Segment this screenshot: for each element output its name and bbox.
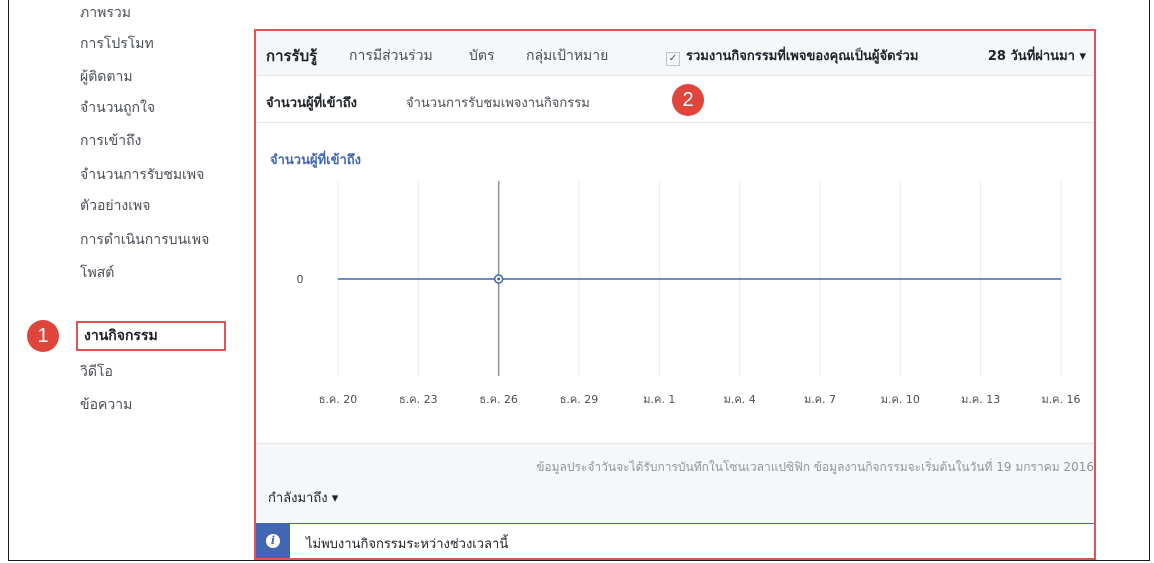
no-events-banner: i ไม่พบงานกิจกรรมระหว่างช่วงเวลานี้ [256,523,1094,558]
sidebar-item-likes[interactable]: จำนวนถูกใจ [80,97,155,119]
sidebar-item-page-views[interactable]: จำนวนการรับชมเพจ [80,164,204,186]
step-badge-1: 1 [27,320,59,352]
tab-tickets[interactable]: บัตร [469,45,495,67]
x-tick-label-9: ม.ค. 16 [1041,393,1080,406]
chart-series [337,274,1062,284]
sidebar-item-posts[interactable]: โพสต์ [80,262,114,284]
date-range-dropdown[interactable]: 28 วันที่ผ่านมา ▾ [988,45,1086,66]
y-tick-label-0: 0 [297,273,304,286]
tab-awareness[interactable]: การรับรู้ [266,44,317,68]
no-events-message: ไม่พบงานกิจกรรมระหว่างช่วงเวลานี้ [306,537,509,552]
data-point-center [497,277,501,281]
chart-y-ticks: 0 [297,273,304,286]
x-tick-label-3: ธ.ค. 29 [560,393,599,406]
step-badge-2: 2 [672,84,704,116]
sidebar-item-videos[interactable]: วิดีโอ [80,361,113,383]
x-tick-label-5: ม.ค. 4 [724,393,756,406]
x-tick-label-1: ธ.ค. 23 [399,393,438,406]
sidebar-item-page-previews[interactable]: ตัวอย่างเพจ [80,195,150,217]
sidebar-item-messages[interactable]: ข้อความ [80,394,132,416]
checkbox-check-icon: ✓ [666,52,680,66]
info-icon-container: i [256,524,290,558]
x-tick-label-8: ม.ค. 13 [961,393,1000,406]
x-tick-label-4: ม.ค. 1 [643,393,675,406]
x-tick-label-0: ธ.ค. 20 [319,393,358,406]
co-host-events-label: รวมงานกิจกรรมที่เพจของคุณเป็นผู้จัดร่วม [686,49,919,64]
tab-event-page-views[interactable]: จำนวนการรับชมเพจงานกิจกรรม [406,92,590,113]
sidebar-item-events[interactable]: งานกิจกรรม [76,321,226,351]
x-tick-label-6: ม.ค. 7 [804,393,836,406]
panel-footer: ข้อมูลประจำวันจะได้รับการบันทึกในโซนเวลา… [256,443,1094,524]
tab-audience[interactable]: กลุ่มเป้าหมาย [526,45,608,67]
sidebar-item-actions-on-page[interactable]: การดำเนินการบนเพจ [80,229,209,251]
chart-x-ticks: ธ.ค. 20 ธ.ค. 23 ธ.ค. 26 ธ.ค. 29 ม.ค. 1 ม.ค. 4… [319,393,1081,406]
x-tick-label-7: ม.ค. 10 [881,393,920,406]
sidebar-item-reach[interactable]: การเข้าถึง [80,130,141,152]
sidebar-item-followers[interactable]: ผู้ติดตาม [80,66,133,88]
timezone-note: ข้อมูลประจำวันจะได้รับการบันทึกในโซนเวลา… [536,460,1094,474]
co-host-events-checkbox[interactable]: ✓ รวมงานกิจกรรมที่เพจของคุณเป็นผู้จัดร่วม [666,45,918,66]
chart-title: จำนวนผู้ที่เข้าถึง [270,153,362,168]
x-tick-label-2: ธ.ค. 26 [479,393,518,406]
sidebar-item-promotions[interactable]: การโปรโมท [80,33,154,55]
upcoming-events-dropdown[interactable]: กำลังมาถึง ▾ [268,487,338,508]
reach-line-chart: ธ.ค. 20 ธ.ค. 23 ธ.ค. 26 ธ.ค. 29 ม.ค. 1 ม.ค. 4… [297,181,1081,406]
info-icon: i [266,534,280,548]
tab-engagement[interactable]: การมีส่วนร่วม [349,45,433,67]
primary-tab-bar: การรับรู้ การมีส่วนร่วม บัตร กลุ่มเป้าหม… [256,31,1094,76]
sidebar-item-overview[interactable]: ภาพรวม [80,2,131,24]
tab-people-reached[interactable]: จำนวนผู้ที่เข้าถึง [266,92,357,113]
